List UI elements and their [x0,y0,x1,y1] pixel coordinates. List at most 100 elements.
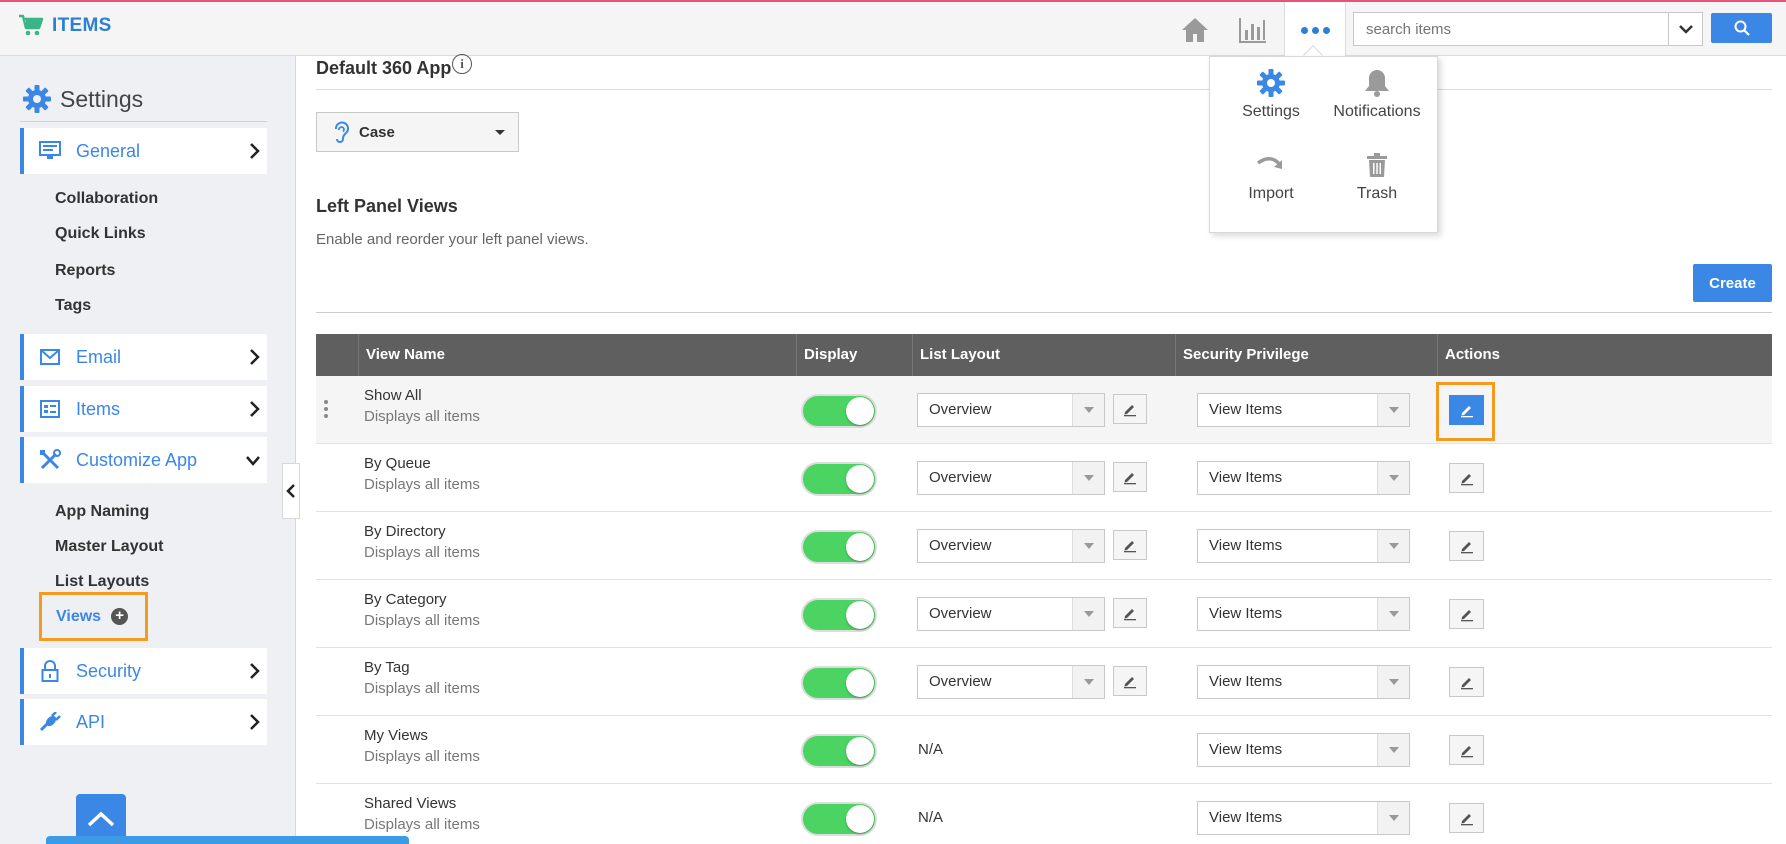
list-layout-select[interactable]: Overview [917,529,1105,563]
main-content: Default 360 App i Case Left Panel Views … [296,45,1786,844]
edit-view-button[interactable] [1449,531,1484,561]
edit-layout-button[interactable] [1113,530,1147,560]
section-description: Enable and reorder your left panel views… [316,231,589,248]
edit-layout-button[interactable] [1113,598,1147,628]
edit-layout-button[interactable] [1113,666,1147,696]
ear-icon [335,121,349,143]
security-privilege-value: View Items [1209,537,1283,554]
sidebar-subitem-list-layouts[interactable]: List Layouts [55,573,149,591]
drag-handle-icon[interactable] [324,400,328,418]
menu-item-notifications[interactable]: Notifications [1322,67,1432,121]
toggle-knob [846,533,874,561]
menu-item-import[interactable]: Import [1216,149,1326,203]
sidebar-subitem-app-naming[interactable]: App Naming [55,503,149,521]
display-toggle[interactable] [801,394,877,428]
edit-view-button[interactable] [1449,599,1484,629]
list-layout-value: Overview [929,673,992,690]
display-toggle[interactable] [801,462,877,496]
sidebar-item-api[interactable]: API [20,699,267,745]
search-scope-dropdown[interactable] [1668,13,1702,45]
security-privilege-select[interactable]: View Items [1197,733,1410,767]
sidebar-item-items[interactable]: Items [20,386,267,432]
caret-down-icon [495,130,505,135]
display-toggle[interactable] [801,734,877,768]
menu-item-trash[interactable]: Trash [1322,149,1432,203]
bell-icon [1322,67,1432,99]
search-input[interactable] [1354,13,1669,45]
edit-layout-button[interactable] [1113,394,1147,424]
sidebar-subitem-label: Views [56,607,102,625]
view-description: Displays all items [364,680,480,697]
create-button[interactable]: Create [1693,264,1772,302]
column-header-display: Display [796,334,912,376]
dropdown-arrow-icon [1377,802,1409,834]
pencil-icon [1124,541,1136,553]
edit-view-button[interactable] [1449,667,1484,697]
display-toggle[interactable] [801,802,877,836]
sidebar-title: Settings [60,85,144,112]
app-selector-label: Case [359,123,395,141]
chevron-left-icon [286,484,295,498]
list-layout-value: Overview [929,401,992,418]
sidebar-subitem-tags[interactable]: Tags [55,297,91,315]
table-row: By Tag Displays all items Overview View Ite… [316,648,1772,716]
pencil-icon [1124,473,1136,485]
list-layout-value: Overview [929,469,992,486]
pencil-icon [1124,405,1136,417]
column-header-list-layout: List Layout [912,334,1175,376]
search-button[interactable] [1711,13,1772,43]
table-row: Shared Views Displays all items N/A View It… [316,784,1772,844]
sidebar-item-customize-app[interactable]: Customize App [20,437,267,483]
display-toggle[interactable] [801,666,877,700]
sidebar-subitem-reports[interactable]: Reports [55,262,115,280]
table-row: By Queue Displays all items Overview View I… [316,444,1772,512]
list-layout-value: Overview [929,537,992,554]
security-privilege-select[interactable]: View Items [1197,393,1410,427]
edit-view-button[interactable] [1449,803,1484,833]
dropdown-arrow-icon [1072,394,1104,426]
sidebar-item-general[interactable]: General [20,128,267,174]
list-layout-select[interactable]: Overview [917,393,1105,427]
trash-icon [1322,149,1432,181]
security-privilege-select[interactable]: View Items [1197,529,1410,563]
menu-item-label: Trash [1356,185,1398,202]
pencil-icon [1460,542,1473,554]
view-name: By Queue [364,455,431,472]
brand[interactable]: ITEMS [18,14,112,38]
sidebar-item-security[interactable]: Security [20,648,267,694]
chevron-up-icon [87,811,115,827]
display-toggle[interactable] [801,530,877,564]
menu-item-settings[interactable]: Settings [1216,67,1326,121]
sidebar-subitem-views[interactable]: Views + [39,592,148,641]
view-description: Displays all items [364,476,480,493]
edit-view-button[interactable] [1449,395,1484,425]
security-privilege-select[interactable]: View Items [1197,597,1410,631]
sidebar-subitem-collaboration[interactable]: Collaboration [55,190,158,208]
home-icon[interactable] [1179,14,1211,46]
security-privilege-select[interactable]: View Items [1197,801,1410,835]
list-layout-select[interactable]: Overview [917,665,1105,699]
pencil-icon [1460,406,1473,418]
envelope-icon [38,345,62,369]
sidebar-subitem-master-layout[interactable]: Master Layout [55,538,163,556]
search-box [1353,12,1703,46]
sidebar-subitem-quick-links[interactable]: Quick Links [55,225,146,243]
add-view-icon[interactable]: + [111,608,129,625]
edit-view-button[interactable] [1449,463,1484,493]
analytics-icon[interactable] [1237,14,1269,46]
info-icon[interactable]: i [452,54,472,74]
divider [316,89,1772,90]
search-icon [1734,20,1750,36]
edit-view-button[interactable] [1449,735,1484,765]
toggle-knob [846,805,874,833]
app-selector[interactable]: Case [316,112,519,152]
security-privilege-select[interactable]: View Items [1197,665,1410,699]
sidebar-item-email[interactable]: Email [20,334,267,380]
list-layout-select[interactable]: Overview [917,597,1105,631]
sidebar-item-label: API [76,711,106,732]
list-layout-select[interactable]: Overview [917,461,1105,495]
edit-layout-button[interactable] [1113,462,1147,492]
display-toggle[interactable] [801,598,877,632]
table-header: View Name Display List Layout Security P… [316,334,1772,376]
security-privilege-select[interactable]: View Items [1197,461,1410,495]
